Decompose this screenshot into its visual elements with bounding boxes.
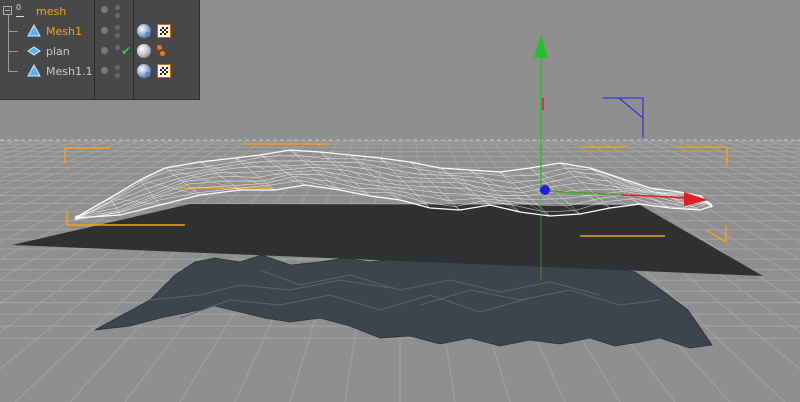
object-name-mesh[interactable]: mesh <box>36 5 66 18</box>
object-manager-panel: − 0 mesh Mesh1 plan ✔ Mesh1.1 <box>0 0 200 100</box>
object-row-mesh1[interactable]: Mesh1 <box>0 22 200 42</box>
editor-visibility-dot[interactable] <box>101 27 108 34</box>
z-axis-handle <box>540 185 550 195</box>
material-ball-icon <box>145 32 150 37</box>
object-row-plan[interactable]: plan ✔ <box>0 42 200 62</box>
material-tag-icon[interactable] <box>157 45 162 50</box>
object-row-mesh[interactable]: − 0 mesh <box>0 2 200 22</box>
render-visibility-dot[interactable] <box>115 45 120 50</box>
render-visibility-dot[interactable] <box>115 25 120 30</box>
expand-toggle[interactable]: − <box>3 6 12 15</box>
editor-visibility-dot[interactable] <box>101 47 108 54</box>
object-name-mesh1-1[interactable]: Mesh1.1 <box>46 65 92 78</box>
editor-visibility-dot[interactable] <box>101 6 108 13</box>
polygon-object-icon <box>27 64 41 77</box>
phong-tag-icon[interactable] <box>137 44 151 58</box>
enabled-check-icon[interactable]: ✔ <box>121 44 131 58</box>
layer-index: 0 <box>16 3 24 21</box>
material-tag-icon[interactable] <box>160 51 165 56</box>
object-name-plan[interactable]: plan <box>46 45 70 58</box>
object-row-mesh1-1[interactable]: Mesh1.1 <box>0 62 200 82</box>
render-visibility-dot[interactable] <box>115 65 120 70</box>
texture-tag-icon[interactable] <box>157 24 171 38</box>
plane-object-icon <box>27 46 41 56</box>
render-visibility-dot[interactable] <box>115 33 120 38</box>
render-visibility-dot[interactable] <box>115 5 120 10</box>
polygon-object-icon <box>27 24 41 37</box>
render-visibility-dot[interactable] <box>115 13 120 18</box>
texture-tag-icon[interactable] <box>157 64 171 78</box>
editor-visibility-dot[interactable] <box>101 67 108 74</box>
render-visibility-dot[interactable] <box>115 73 120 78</box>
material-ball-icon <box>145 72 150 77</box>
object-name-mesh1[interactable]: Mesh1 <box>46 25 82 38</box>
